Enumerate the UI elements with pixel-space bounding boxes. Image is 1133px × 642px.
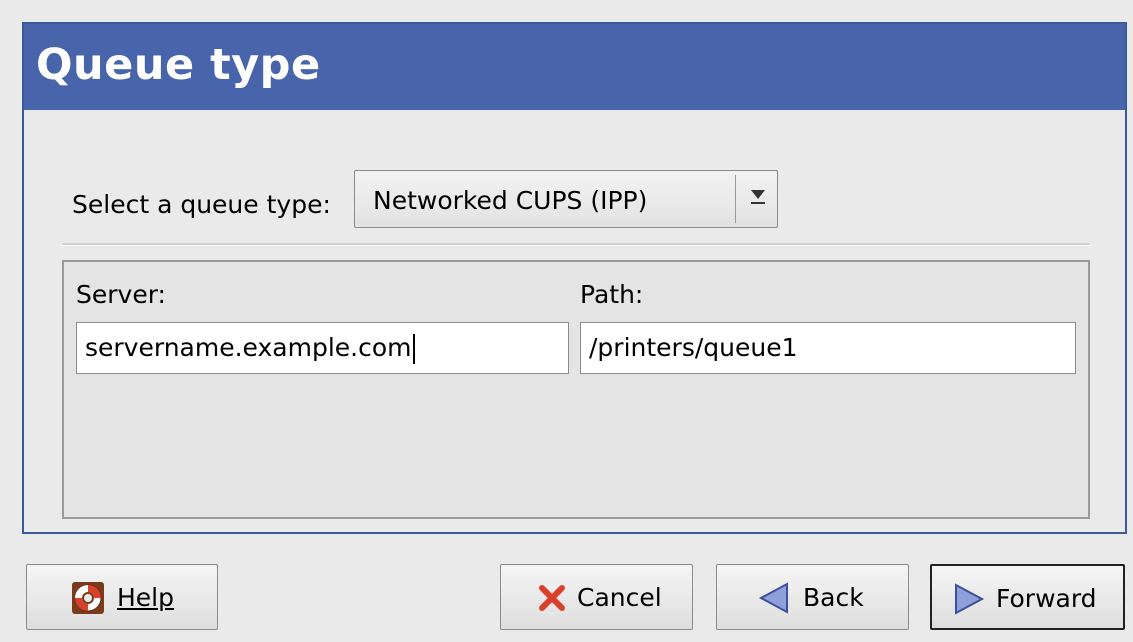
back-button-label: Back xyxy=(803,583,864,612)
server-input[interactable]: servername.example.com xyxy=(76,322,569,374)
server-label: Server: xyxy=(76,280,166,309)
dialog-body: { "header": { "title": "Queue type" }, "… xyxy=(0,0,1133,642)
header-banner: Queue type xyxy=(24,24,1125,110)
back-button[interactable]: Back xyxy=(716,564,909,630)
cancel-button[interactable]: Cancel xyxy=(500,564,693,630)
chevron-down-icon xyxy=(751,190,765,204)
left-arrow-icon xyxy=(758,582,788,614)
lifebuoy-icon xyxy=(72,582,104,614)
right-arrow-icon xyxy=(955,583,985,615)
forward-button[interactable]: Forward xyxy=(930,564,1125,630)
cancel-button-label: Cancel xyxy=(577,583,662,612)
path-value: /printers/queue1 xyxy=(589,333,798,362)
x-icon xyxy=(539,585,565,611)
queue-options-frame: Server: servername.example.com Path: /pr… xyxy=(62,260,1090,519)
path-input[interactable]: /printers/queue1 xyxy=(580,322,1076,374)
content-area: Select a queue type: Networked CUPS (IPP… xyxy=(24,110,1125,532)
help-text: Help xyxy=(117,583,174,612)
help-button[interactable]: Help xyxy=(26,564,218,630)
page-title: Queue type xyxy=(36,40,321,90)
wizard-panel: Queue type Select a queue type: Networke… xyxy=(22,22,1127,534)
queue-type-label: Select a queue type: xyxy=(72,190,331,219)
separator xyxy=(62,243,1090,246)
queue-type-select[interactable]: Networked CUPS (IPP) xyxy=(354,170,778,228)
server-value: servername.example.com xyxy=(85,333,412,362)
help-button-label: Help xyxy=(117,583,174,612)
text-caret xyxy=(412,334,415,364)
path-label: Path: xyxy=(580,280,644,309)
queue-type-value: Networked CUPS (IPP) xyxy=(373,186,648,215)
forward-button-label: Forward xyxy=(996,584,1097,613)
select-separator xyxy=(735,175,736,223)
